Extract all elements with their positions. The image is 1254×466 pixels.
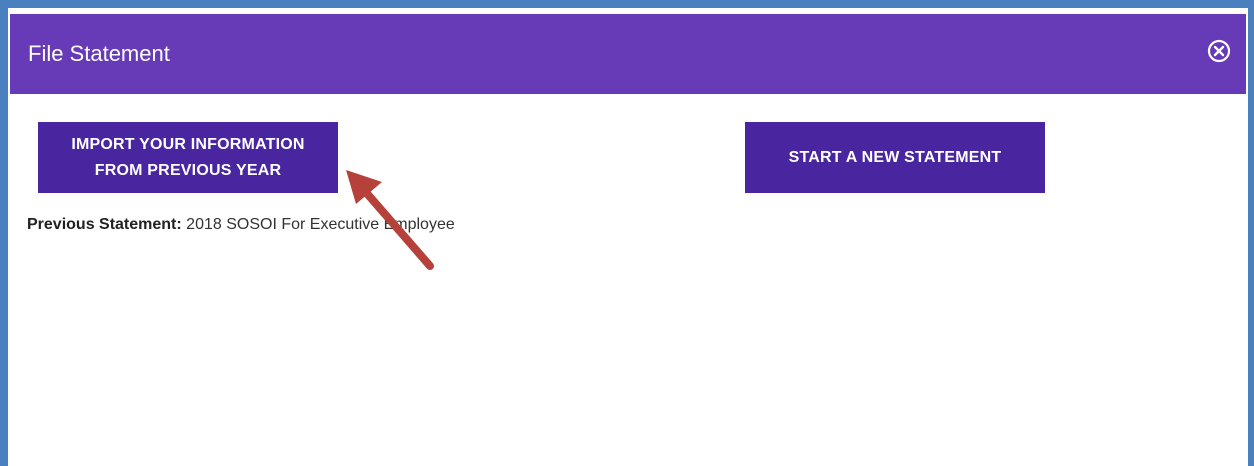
previous-statement: Previous Statement: 2018 SOSOI For Execu… <box>27 216 455 234</box>
modal-header: File Statement <box>10 14 1246 94</box>
import-button-label-line1: IMPORT YOUR INFORMATION <box>71 135 305 153</box>
previous-statement-value: 2018 SOSOI For Executive Employee <box>186 216 455 233</box>
import-previous-year-button[interactable]: IMPORT YOUR INFORMATION FROM PREVIOUS YE… <box>38 122 338 193</box>
modal-title: File Statement <box>28 41 170 66</box>
import-button-label-line2: FROM PREVIOUS YEAR <box>94 161 282 179</box>
close-icon[interactable] <box>1206 38 1232 64</box>
previous-statement-label: Previous Statement: <box>27 216 182 233</box>
start-new-statement-button[interactable]: START A NEW STATEMENT <box>745 122 1045 193</box>
window-frame: File Statement IMPORT YOUR INFORMATION F… <box>0 0 1254 466</box>
